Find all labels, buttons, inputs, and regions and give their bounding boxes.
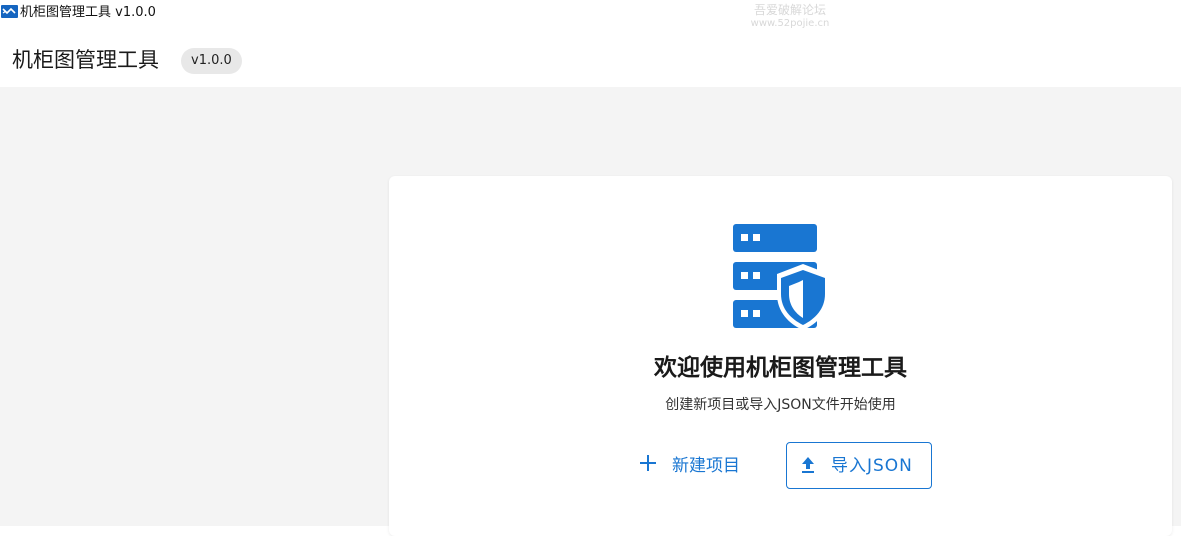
watermark-line1: 吾爱破解论坛 — [753, 3, 826, 17]
new-project-button[interactable]: 新建项目 — [629, 442, 761, 490]
welcome-title: 欢迎使用机柜图管理工具 — [654, 355, 907, 381]
plus-icon — [640, 455, 656, 471]
version-badge: v1.0.0 — [181, 48, 242, 74]
welcome-subtitle: 创建新项目或导入JSON文件开始使用 — [665, 397, 896, 413]
new-project-label: 新建项目 — [672, 456, 740, 476]
watermark: 吾爱破解论坛 www.52pojie.cn — [748, 4, 832, 30]
watermark-line2: www.52pojie.cn — [750, 18, 830, 29]
import-json-button[interactable]: 导入JSON — [786, 442, 932, 489]
window-title: 机柜图管理工具 v1.0.0 — [20, 5, 156, 20]
welcome-card: 欢迎使用机柜图管理工具 创建新项目或导入JSON文件开始使用 新建项目 导入JS… — [389, 176, 1172, 536]
import-json-label: 导入JSON — [831, 456, 913, 476]
app-header: 机柜图管理工具 v1.0.0 — [0, 30, 1181, 87]
app-logo-icon — [1, 5, 18, 18]
window-titlebar: 机柜图管理工具 v1.0.0 吾爱破解论坛 www.52pojie.cn — [0, 0, 1181, 30]
main-area: 欢迎使用机柜图管理工具 创建新项目或导入JSON文件开始使用 新建项目 导入JS… — [0, 87, 1181, 536]
server-shield-icon — [733, 224, 829, 330]
page-title: 机柜图管理工具 — [12, 48, 159, 72]
upload-icon — [802, 457, 814, 473]
